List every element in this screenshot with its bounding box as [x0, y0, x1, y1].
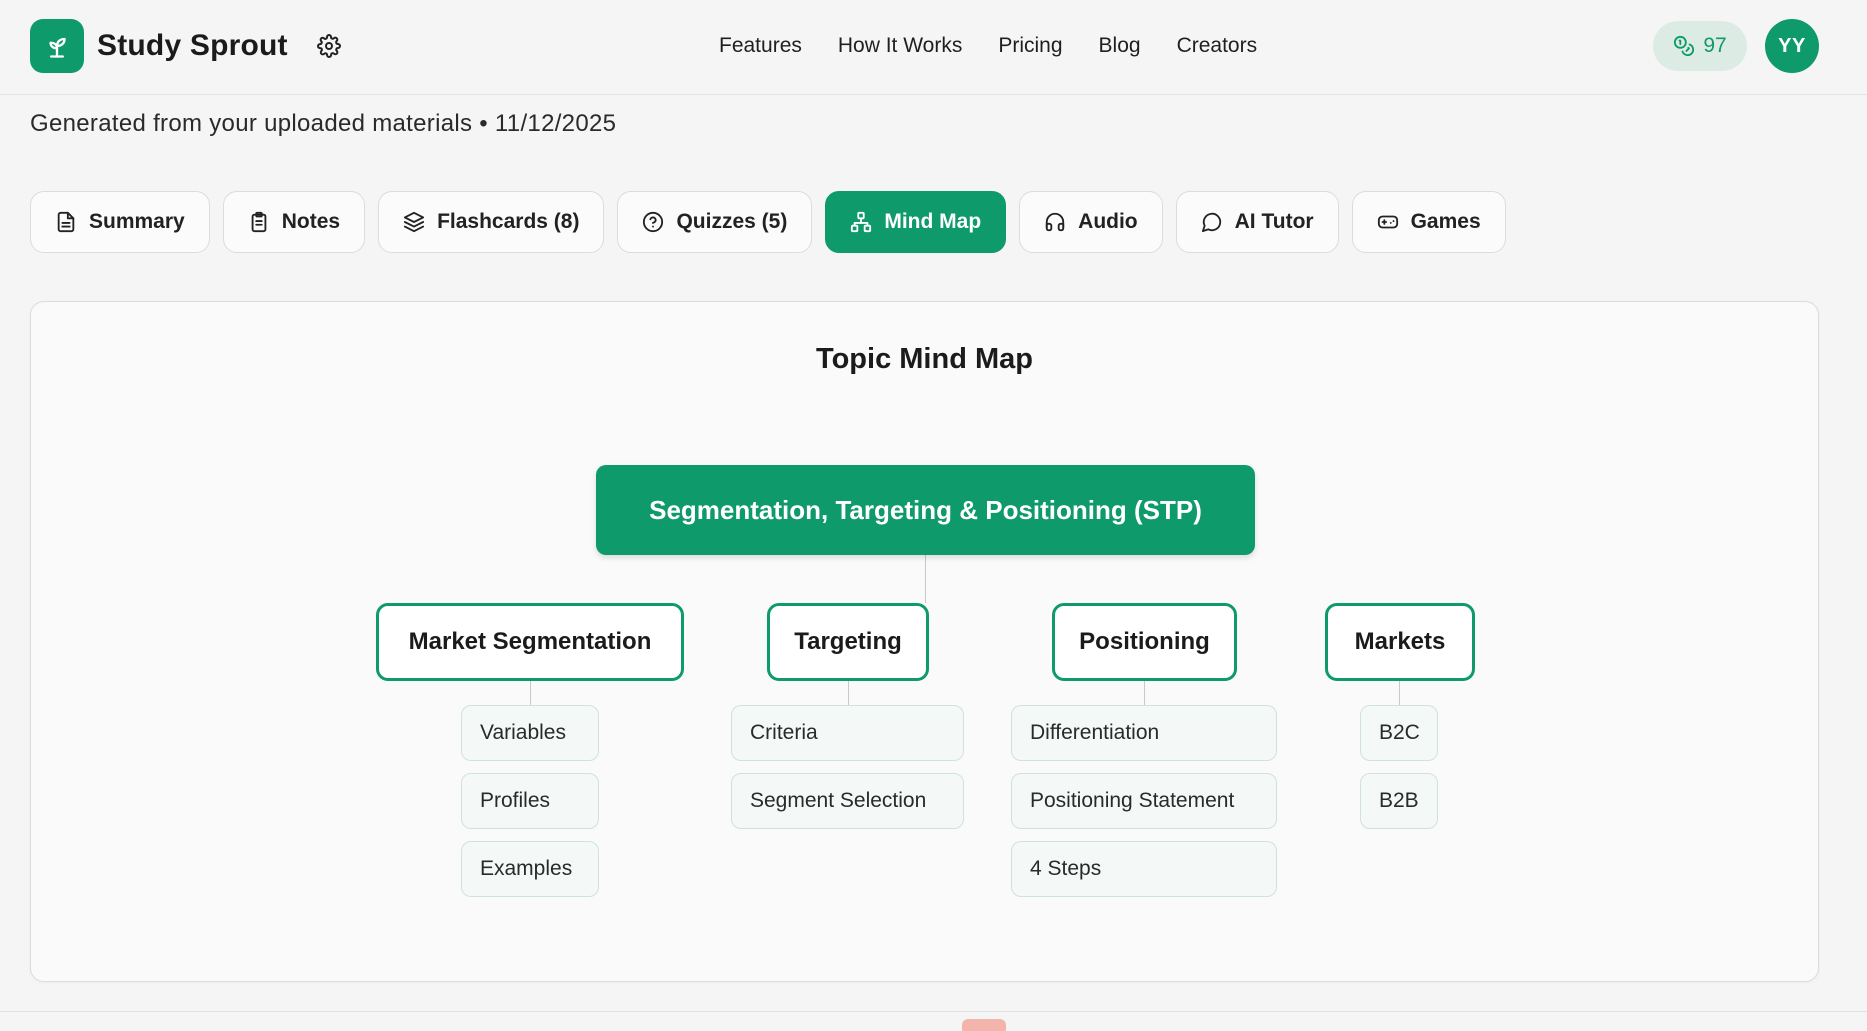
leaf-node[interactable]: Differentiation	[1011, 705, 1277, 761]
layers-icon	[403, 211, 425, 233]
tab-label: Flashcards (8)	[437, 210, 580, 233]
tab-summary[interactable]: Summary	[30, 191, 210, 253]
tab-flashcards[interactable]: Flashcards (8)	[378, 191, 605, 253]
branch-connector	[1144, 681, 1145, 707]
root-connector	[925, 555, 926, 603]
brand-name[interactable]: Study Sprout	[97, 29, 288, 63]
top-navigation-bar: Study Sprout Features How It Works Prici…	[0, 0, 1867, 95]
leaf-node[interactable]: Variables	[461, 705, 599, 761]
nav-creators[interactable]: Creators	[1177, 34, 1258, 58]
nav-features[interactable]: Features	[719, 34, 802, 58]
nav-pricing[interactable]: Pricing	[998, 34, 1062, 58]
tab-label: Games	[1410, 210, 1481, 233]
leaf-node[interactable]: Criteria	[731, 705, 964, 761]
branch-markets[interactable]: Markets	[1325, 603, 1475, 681]
floating-widget-edge[interactable]	[962, 1019, 1006, 1031]
credits-badge[interactable]: 97	[1653, 21, 1747, 71]
branch-connector	[530, 681, 531, 707]
coins-icon	[1673, 35, 1695, 57]
tab-notes[interactable]: Notes	[222, 191, 366, 253]
tab-label: Summary	[89, 210, 185, 233]
tab-ai-tutor[interactable]: AI Tutor	[1175, 191, 1339, 253]
bottom-divider	[0, 1011, 1867, 1012]
tab-games[interactable]: Games	[1351, 191, 1506, 253]
branch-connector	[848, 681, 849, 707]
branch-positioning[interactable]: Positioning	[1052, 603, 1237, 681]
gamepad-icon	[1377, 211, 1399, 233]
generated-subtitle: Generated from your uploaded materials •…	[30, 110, 617, 137]
help-circle-icon	[642, 211, 664, 233]
headphones-icon	[1044, 211, 1066, 233]
tab-label: Quizzes (5)	[676, 210, 788, 233]
tab-audio[interactable]: Audio	[1019, 191, 1163, 253]
branch-market-segmentation[interactable]: Market Segmentation	[376, 603, 684, 681]
root-node[interactable]: Segmentation, Targeting & Positioning (S…	[596, 465, 1255, 555]
content-tabs: Summary Notes Flashcards (8) Quizzes (5)…	[30, 191, 1506, 253]
leaf-node[interactable]: Examples	[461, 841, 599, 897]
credits-count: 97	[1703, 34, 1727, 57]
nav-blog[interactable]: Blog	[1099, 34, 1141, 58]
tab-label: Audio	[1078, 210, 1138, 233]
gear-icon[interactable]	[314, 31, 344, 61]
sprout-icon[interactable]	[30, 19, 84, 73]
nav-how-it-works[interactable]: How It Works	[838, 34, 962, 58]
main-nav: Features How It Works Pricing Blog Creat…	[719, 28, 1257, 64]
network-icon	[850, 211, 872, 233]
leaf-node[interactable]: B2B	[1360, 773, 1438, 829]
tab-label: Mind Map	[884, 210, 982, 233]
chat-bubble-icon	[1201, 211, 1223, 233]
leaf-node[interactable]: B2C	[1360, 705, 1438, 761]
mind-map-card: Topic Mind Map Segmentation, Targeting &…	[30, 301, 1819, 982]
leaf-node[interactable]: Profiles	[461, 773, 599, 829]
avatar[interactable]: YY	[1765, 19, 1819, 73]
tab-label: AI Tutor	[1234, 210, 1314, 233]
leaf-node[interactable]: Positioning Statement	[1011, 773, 1277, 829]
tab-label: Notes	[281, 210, 341, 233]
branch-targeting[interactable]: Targeting	[767, 603, 929, 681]
tab-quizzes[interactable]: Quizzes (5)	[617, 191, 813, 253]
branch-connector	[1399, 681, 1400, 707]
document-icon	[55, 211, 77, 233]
mind-map-title: Topic Mind Map	[816, 343, 1033, 375]
tab-mind-map[interactable]: Mind Map	[825, 191, 1007, 253]
leaf-node[interactable]: Segment Selection	[731, 773, 964, 829]
clipboard-icon	[248, 211, 270, 233]
leaf-node[interactable]: 4 Steps	[1011, 841, 1277, 897]
brand: Study Sprout	[30, 19, 344, 73]
